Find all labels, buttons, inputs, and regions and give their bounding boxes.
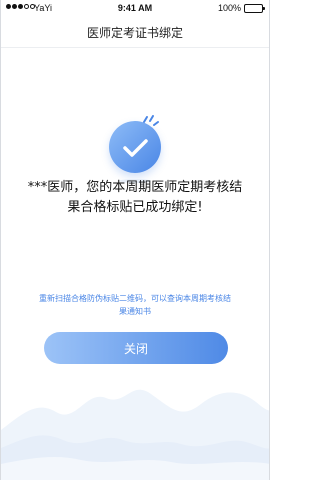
rescan-hint-link[interactable]: 重新扫描合格防伪标贴二维码，可以查询本周期考核结 果通知书 — [19, 292, 251, 318]
page-title: 医师定考证书绑定 — [86, 26, 183, 40]
navigation-bar: 医师定考证书绑定 — [1, 18, 269, 48]
rescan-hint-line-1: 重新扫描合格防伪标贴二维码，可以查询本周期考核结 — [39, 294, 231, 303]
status-bar: YaYi 9:41 AM 100% — [1, 0, 269, 18]
rescan-hint-line-2: 果通知书 — [119, 307, 151, 316]
success-message: ***医师，您的本周期医师定期考核结 果合格标贴已成功绑定! — [21, 178, 249, 218]
check-circle-icon — [109, 121, 161, 173]
wave-decoration — [1, 389, 269, 480]
success-message-line-1: ***医师，您的本周期医师定期考核结 — [27, 180, 243, 195]
battery-icon — [244, 4, 265, 13]
battery-percentage: 100% — [217, 3, 241, 13]
success-illustration — [1, 113, 269, 183]
success-message-line-2: 果合格标贴已成功绑定! — [67, 200, 203, 215]
phone-screen: YaYi 9:41 AM 100% 医师定考证书绑定 ***医师，您的本周期医师… — [0, 0, 270, 480]
